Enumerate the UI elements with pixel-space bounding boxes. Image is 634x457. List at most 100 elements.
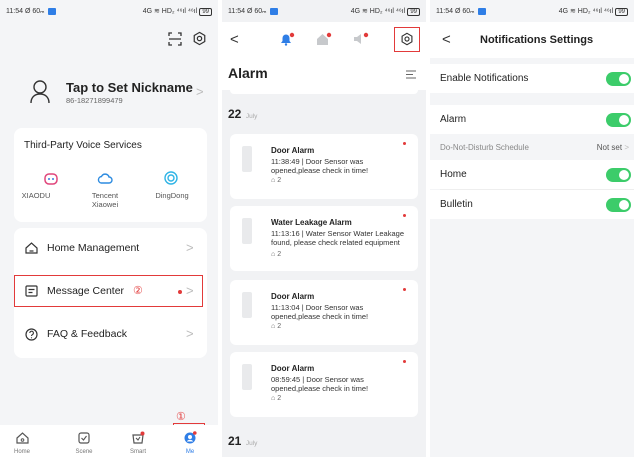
- dnd-label: Do-Not-Disturb Schedule: [440, 142, 529, 152]
- status-bar: 11:54 Ø 60ₘ 4G ≋ HD₂ ⁴⁶ıl ⁴⁶ıl 99: [0, 0, 218, 22]
- home-toggle[interactable]: [606, 168, 631, 182]
- date-day: 22: [228, 107, 242, 121]
- highlight-settings-gear: [394, 27, 420, 52]
- home-number: 2: [277, 395, 282, 402]
- setting-label: Bulletin: [440, 199, 473, 210]
- device-thumbnail: [242, 292, 252, 318]
- tab-label: Me: [185, 449, 195, 455]
- status-bar: 11:54 Ø 60ₘ 4G ≋ HD₂ ⁴⁶ıl ⁴⁶ıl 99: [430, 0, 634, 22]
- alarm-item-desc: 11:13:16 | Water Sensor Water Leakage fo…: [271, 229, 404, 247]
- tab-label: Home: [13, 449, 30, 455]
- voice-service-xiaodu[interactable]: [31, 172, 71, 190]
- status-signal-icons: 4G ≋ HD₂ ⁴⁶ıl ⁴⁶ıl: [142, 7, 198, 15]
- page-title: Alarm: [228, 65, 268, 81]
- unread-dot: [403, 142, 406, 145]
- alarm-item[interactable]: Door Alarm 11:13:04 | Door Sensor was op…: [230, 280, 418, 345]
- alarm-item-home: ⌂ 2: [271, 251, 281, 258]
- setting-row-enable-notifications: Enable Notifications: [430, 64, 634, 93]
- tab-home[interactable]: Home: [10, 431, 34, 455]
- xiaodu-icon: [44, 173, 58, 185]
- chevron-right-icon: >: [186, 326, 194, 341]
- tab-me[interactable]: Me: [178, 431, 202, 455]
- battery-icon: 99: [407, 7, 420, 16]
- menu-item-home-management[interactable]: Home Management >: [14, 228, 207, 270]
- tab-label: Scene: [75, 449, 93, 455]
- alarm-item-title: Door Alarm: [271, 292, 315, 301]
- alarm-item-title: Door Alarm: [271, 364, 315, 373]
- alarm-item-title: Water Leakage Alarm: [271, 218, 352, 227]
- highlight-message-center: [14, 275, 203, 307]
- date-month: July: [245, 113, 258, 120]
- menu-item-faq[interactable]: FAQ & Feedback >: [14, 314, 207, 356]
- avatar-icon[interactable]: [30, 80, 50, 104]
- step-1-marker: ①: [176, 411, 186, 423]
- status-time: 11:54: [228, 8, 245, 15]
- alarm-item[interactable]: Water Leakage Alarm 11:13:16 | Water Sen…: [230, 206, 418, 271]
- chevron-right-icon: >: [186, 240, 194, 255]
- menu-item-label: Home Management: [47, 242, 140, 254]
- status-time: 11:54: [436, 8, 453, 15]
- alarm-item-desc: 11:38:49 | Door Sensor was opened,please…: [271, 157, 369, 175]
- nickname[interactable]: Tap to Set Nickname: [66, 80, 193, 95]
- chevron-right-icon: >: [624, 142, 629, 152]
- enable-notifications-toggle[interactable]: [606, 72, 631, 86]
- voice-service-tencent[interactable]: [97, 172, 113, 190]
- smart-tab-icon: [132, 431, 145, 444]
- home-small-icon: ⌂: [271, 177, 276, 184]
- alarm-bell-icon[interactable]: [279, 32, 295, 46]
- device-thumbnail: [242, 364, 252, 390]
- setting-row-bulletin: Bulletin: [430, 190, 634, 219]
- tab-scene[interactable]: Scene: [72, 431, 96, 455]
- menu-item-label: FAQ & Feedback: [47, 328, 127, 340]
- voice-services-card: Third-Party Voice Services XIAODU Tencen…: [14, 128, 207, 222]
- question-icon: [25, 328, 38, 341]
- battery-icon: 99: [199, 7, 212, 16]
- status-left-icons: Ø 60ₘ: [24, 8, 45, 15]
- me-tab-icon: [184, 431, 197, 444]
- status-left-icons: Ø 60ₘ: [454, 8, 475, 15]
- back-chevron-icon[interactable]: <: [230, 31, 239, 48]
- settings-header: < Notifications Settings: [430, 22, 634, 58]
- step-2-marker: ②: [133, 285, 143, 297]
- home-tab-icon: [15, 432, 29, 444]
- alarm-item[interactable]: Door Alarm 11:38:49 | Door Sensor was op…: [230, 134, 418, 199]
- voice-services-title: Third-Party Voice Services: [24, 140, 142, 151]
- device-thumbnail: [242, 146, 252, 172]
- home-number: 2: [277, 323, 282, 330]
- alarm-toggle[interactable]: [606, 113, 631, 127]
- dingdong-icon: [164, 171, 178, 185]
- status-signal-icons: 4G ≋ HD₂ ⁴⁶ıl ⁴⁶ıl: [558, 7, 614, 15]
- alarm-title-bar: Alarm: [222, 58, 426, 90]
- home-number: 2: [277, 177, 282, 184]
- profile-chevron-icon[interactable]: >: [196, 84, 204, 99]
- back-chevron-icon[interactable]: <: [442, 31, 451, 48]
- setting-row-home: Home: [430, 160, 634, 189]
- date-group-header: 22 July: [228, 105, 257, 123]
- alarm-item-title: Door Alarm: [271, 146, 315, 155]
- app-notification-icon: [47, 7, 56, 15]
- setting-label: Alarm: [440, 114, 467, 125]
- scan-icon[interactable]: [168, 32, 182, 46]
- unread-dot: [403, 214, 406, 217]
- voice-service-dingdong[interactable]: [164, 171, 178, 190]
- app-notification-icon: [269, 7, 278, 15]
- voice-service-label: Tencent Xiaowei: [91, 191, 119, 209]
- home-outline-icon: [25, 242, 38, 254]
- home-notification-icon[interactable]: [316, 32, 332, 46]
- alarm-item-home: ⌂ 2: [271, 395, 281, 402]
- battery-icon: 99: [615, 7, 628, 16]
- bulletin-toggle[interactable]: [606, 198, 631, 212]
- date-month: July: [245, 440, 258, 447]
- device-thumbnail: [242, 218, 252, 244]
- alarm-item-desc: 08:59:45 | Door Sensor was opened,please…: [271, 375, 369, 393]
- status-time: 11:54: [6, 8, 23, 15]
- tab-label: Smart: [129, 449, 146, 455]
- filter-list-icon[interactable]: [406, 70, 416, 79]
- date-group-header: 21 July: [228, 432, 257, 450]
- bulletin-speaker-icon[interactable]: [353, 32, 369, 46]
- settings-gear-icon[interactable]: [192, 31, 207, 46]
- alarm-item[interactable]: Door Alarm 08:59:45 | Door Sensor was op…: [230, 352, 418, 417]
- tab-smart[interactable]: Smart: [125, 431, 151, 455]
- setting-row-dnd[interactable]: Do-Not-Disturb Schedule Not set >: [430, 134, 634, 160]
- unread-dot: [403, 288, 406, 291]
